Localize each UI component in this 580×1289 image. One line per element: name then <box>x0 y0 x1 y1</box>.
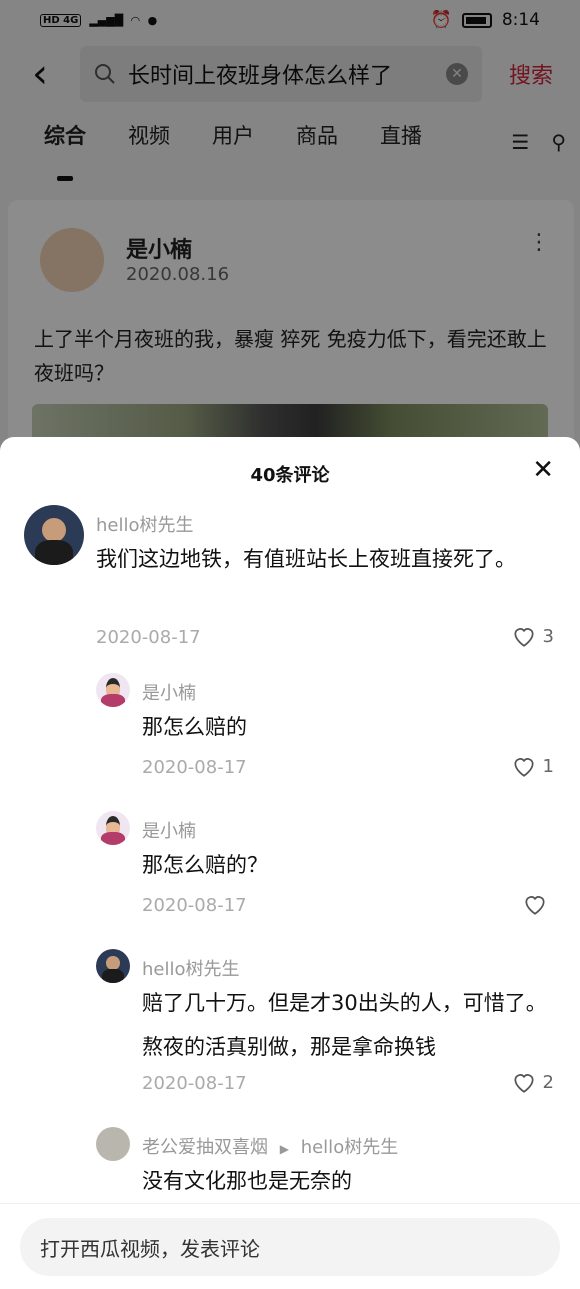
comment-text[interactable]: 那怎么赔的？ <box>142 843 542 887</box>
like-count: 3 <box>542 625 554 647</box>
like-button[interactable]: 3 <box>511 623 554 649</box>
avatar[interactable] <box>96 949 130 983</box>
comment-author[interactable]: 是小楠 <box>142 679 196 705</box>
heart-icon <box>525 896 545 915</box>
comment-date: 2020-08-17 <box>142 895 247 916</box>
like-button[interactable]: 1 <box>511 753 554 779</box>
comment-text[interactable]: 没有文化那也是无奈的 <box>142 1159 542 1203</box>
comment-input[interactable]: 打开西瓜视频，发表评论 <box>20 1218 560 1276</box>
comment-date: 2020-08-17 <box>142 757 247 778</box>
avatar[interactable] <box>96 673 130 707</box>
like-count: 1 <box>542 755 554 777</box>
close-icon[interactable]: ✕ <box>532 455 554 485</box>
comment-date: 2020-08-17 <box>96 627 201 648</box>
heart-icon <box>514 758 534 777</box>
comment-text[interactable]: 我们这边地铁，有值班站长上夜班直接死了。 <box>96 537 546 581</box>
comments-count-title: 40条评论 <box>250 465 330 486</box>
like-button[interactable]: 2 <box>511 1069 554 1095</box>
comment-text[interactable]: 赔了几十万。但是才30出头的人，可惜了。熬夜的活真别做，那是拿命换钱 <box>142 981 556 1069</box>
like-button[interactable] <box>522 891 554 917</box>
avatar[interactable] <box>24 505 84 565</box>
avatar[interactable] <box>96 1127 130 1161</box>
heart-icon <box>514 1074 534 1093</box>
comment-author[interactable]: hello树先生 <box>96 511 194 537</box>
comment-date: 2020-08-17 <box>142 1073 247 1094</box>
comments-sheet: 40条评论 ✕ hello树先生 我们这边地铁，有值班站长上夜班直接死了。 20… <box>0 437 580 1289</box>
comment-input-bar: 打开西瓜视频，发表评论 <box>0 1203 580 1289</box>
comment-author[interactable]: 老公爱抽双喜烟 <box>142 1137 268 1158</box>
comment-author[interactable]: 是小楠 <box>142 817 196 843</box>
avatar[interactable] <box>96 811 130 845</box>
reply-header: 老公爱抽双喜烟 ▶ hello树先生 <box>142 1133 398 1159</box>
like-count: 2 <box>542 1071 554 1093</box>
heart-icon <box>514 628 534 647</box>
reply-to-author[interactable]: hello树先生 <box>301 1137 399 1158</box>
comment-text[interactable]: 那怎么赔的 <box>142 705 542 749</box>
reply-arrow-icon: ▶ <box>279 1142 289 1156</box>
comment-author[interactable]: hello树先生 <box>142 955 240 981</box>
